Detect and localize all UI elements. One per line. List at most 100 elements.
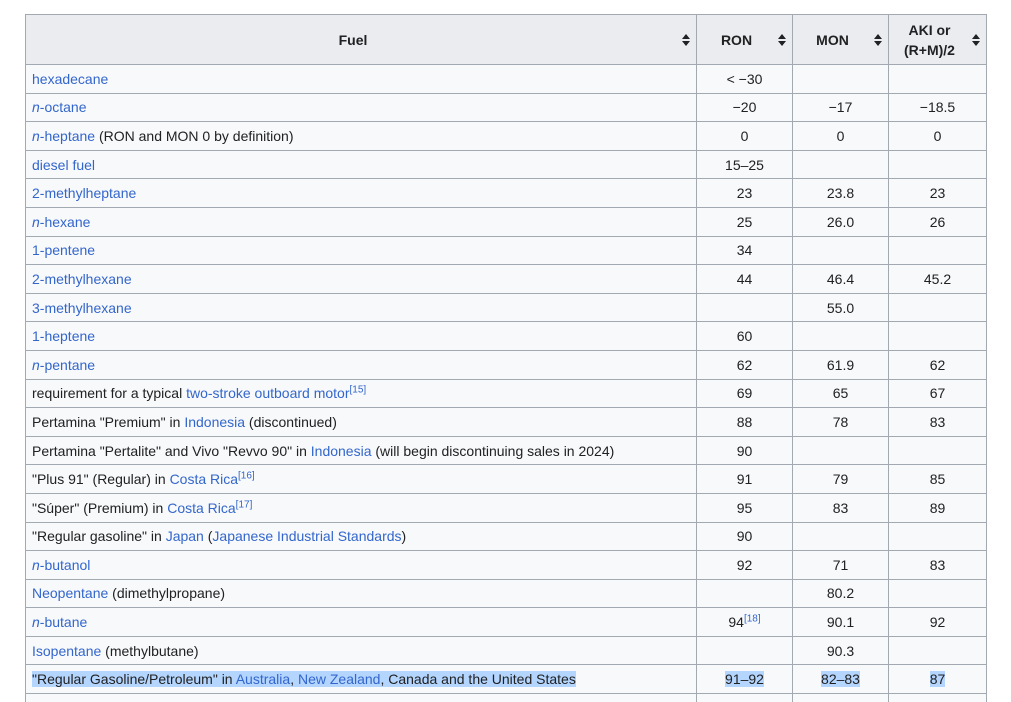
fuel-link-text: Indonesia — [310, 442, 372, 459]
fuel-link[interactable]: n-butane — [32, 614, 87, 630]
mon-cell-value: 23.8 — [826, 185, 855, 202]
fuel-link[interactable]: Costa Rica — [167, 500, 235, 516]
fuel-link[interactable]: n-pentane — [32, 357, 95, 373]
fuel-link-text: 1-pentene — [32, 242, 96, 259]
fuel-link-text: -octane — [39, 99, 87, 116]
aki-cell — [888, 235, 987, 266]
aki-cell: 83 — [888, 407, 987, 437]
fuel-link[interactable]: n-octane — [32, 99, 87, 115]
mon-cell-value: 71 — [832, 556, 849, 573]
fuel-cell: 1-heptene — [25, 321, 697, 351]
fuel-link[interactable]: n-heptane — [32, 128, 95, 144]
mon-cell — [792, 435, 889, 466]
mon-cell — [792, 149, 889, 180]
mon-cell — [792, 235, 889, 266]
fuel-link[interactable]: n-butanol — [32, 557, 90, 573]
fuel-text: ) — [401, 528, 407, 545]
fuel-cell: Pertamina "Premium" in Indonesia (discon… — [25, 407, 697, 437]
table-row: n-heptane (RON and MON 0 by definition) 0… — [25, 121, 987, 151]
fuel-cell-content: n-hexane — [32, 214, 90, 230]
fuel-link[interactable]: 1-heptene — [32, 328, 95, 344]
ron-cell — [696, 635, 793, 666]
sort-arrows-icon[interactable] — [972, 33, 980, 46]
mon-cell-value: 26.0 — [826, 213, 855, 230]
header-aki[interactable]: AKI or (R+M)/2 — [888, 14, 987, 65]
fuel-link[interactable]: Japanese Industrial Standards — [212, 528, 401, 544]
mon-cell: 82–83 — [792, 664, 889, 695]
aki-cell-value: 0 — [933, 127, 942, 144]
header-fuel-label: Fuel — [338, 31, 368, 48]
header-fuel[interactable]: Fuel — [25, 14, 697, 65]
header-ron[interactable]: RON — [696, 14, 793, 65]
fuel-link[interactable]: New Zealand — [298, 671, 381, 687]
fuel-link[interactable]: diesel fuel — [32, 157, 95, 173]
fuel-text: (dimethylpropane) — [108, 585, 226, 602]
ron-cell-value: 62 — [736, 356, 753, 373]
mon-cell: 90.3 — [792, 635, 889, 666]
ron-cell: 95 — [696, 492, 793, 523]
aki-cell — [888, 435, 987, 466]
fuel-link-text: Indonesia — [184, 413, 246, 430]
sort-arrows-icon[interactable] — [682, 33, 690, 46]
fuel-link[interactable]: 2-methylheptane — [32, 185, 136, 201]
citation-link[interactable]: [15] — [349, 385, 366, 396]
fuel-cell: 2-methylheptane — [25, 178, 697, 208]
table-row: n-pentane 62 61.9 62 — [25, 349, 987, 380]
sort-arrows-icon[interactable] — [874, 33, 882, 46]
fuel-link[interactable]: Isopentane — [32, 643, 101, 659]
ron-cell: 92 — [696, 550, 793, 580]
fuel-link[interactable]: Costa Rica — [170, 471, 238, 487]
fuel-cell: Pertamina "Pertalite" and Vivo "Revvo 90… — [25, 435, 697, 466]
partial-cell — [888, 693, 987, 702]
fuel-link-text: diesel fuel — [32, 156, 96, 173]
fuel-link[interactable]: n-hexane — [32, 214, 90, 230]
fuel-link[interactable]: 2-methylhexane — [32, 271, 132, 287]
ron-cell: 15–25 — [696, 149, 793, 180]
ron-cell-value: 69 — [736, 385, 753, 402]
fuel-link[interactable]: Neopentane — [32, 585, 108, 601]
fuel-cell-content: n-heptane (RON and MON 0 by definition) — [32, 128, 293, 144]
ron-cell-value: 92 — [736, 556, 753, 573]
citation-link[interactable]: [18] — [744, 613, 761, 624]
aki-cell — [888, 635, 987, 666]
ron-cell: 90 — [696, 521, 793, 552]
octane-ratings-table: Fuel RON MON AKI or (R+M)/2 hexadecane < … — [25, 14, 987, 702]
ron-cell: 91–92 — [696, 664, 793, 695]
ron-cell-value: −20 — [732, 99, 757, 116]
fuel-link[interactable]: Indonesia — [184, 414, 245, 430]
aki-cell-value: 45.2 — [923, 270, 952, 287]
aki-cell: 26 — [888, 206, 987, 237]
table-body: hexadecane < −30 n-octane −20 −17 −18.5 n-hept… — [25, 64, 987, 702]
fuel-link[interactable]: hexadecane — [32, 71, 108, 87]
citation-link[interactable]: [17] — [236, 499, 253, 510]
header-mon-label: MON — [816, 31, 849, 48]
fuel-link-italic-prefix: n — [32, 556, 40, 573]
fuel-link[interactable]: Australia — [236, 671, 290, 687]
fuel-cell-content: Neopentane (dimethylpropane) — [32, 585, 225, 601]
table-row: n-octane −20 −17 −18.5 — [25, 92, 987, 123]
header-mon[interactable]: MON — [792, 14, 889, 65]
fuel-link[interactable]: two-stroke outboard motor — [186, 385, 349, 401]
fuel-cell: n-pentane — [25, 349, 697, 380]
fuel-link-text: two-stroke outboard motor — [186, 385, 350, 402]
ron-cell-value: 90 — [736, 442, 753, 459]
fuel-link[interactable]: Indonesia — [311, 443, 372, 459]
fuel-text: Pertamina "Pertalite" and Vivo "Revvo 90… — [32, 442, 311, 459]
fuel-cell-content: 1-pentene — [32, 242, 95, 258]
table-row: n-butanol 92 71 83 — [25, 550, 987, 580]
fuel-link-text: -heptane — [39, 127, 96, 144]
mon-cell-value: 90.1 — [826, 614, 855, 631]
fuel-link[interactable]: 1-pentene — [32, 242, 95, 258]
fuel-link-text: -hexane — [39, 213, 91, 230]
citation-link[interactable]: [16] — [238, 470, 255, 481]
fuel-link[interactable]: 3-methylhexane — [32, 300, 132, 316]
fuel-link[interactable]: Japan — [166, 528, 204, 544]
fuel-link-text: -butanol — [39, 556, 91, 573]
fuel-link-text: Costa Rica — [167, 499, 236, 516]
ron-cell: 25 — [696, 206, 793, 237]
aki-cell: 45.2 — [888, 264, 987, 294]
fuel-text: "Plus 91" (Regular) in — [32, 471, 170, 488]
fuel-cell-content: "Plus 91" (Regular) in Costa Rica[16] — [32, 471, 255, 487]
sort-arrows-icon[interactable] — [778, 33, 786, 46]
aki-cell: −18.5 — [888, 92, 987, 123]
